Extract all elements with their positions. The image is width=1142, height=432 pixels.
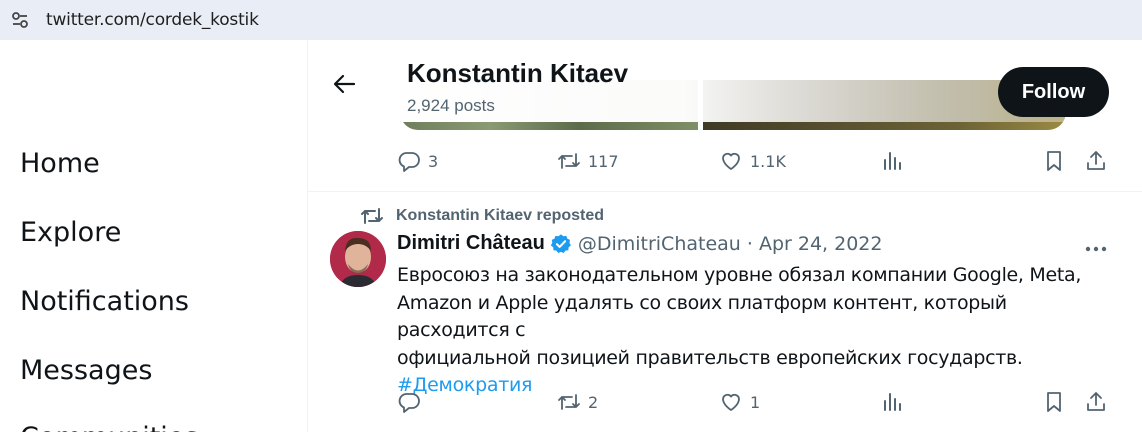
avatar-image (330, 231, 386, 287)
tweet-author-row: Dimitri Château @DimitriChateau · Apr 24… (397, 232, 882, 255)
share-button[interactable] (1084, 146, 1108, 176)
share-button[interactable] (1084, 387, 1108, 417)
reply-icon (398, 393, 420, 413)
retweet-button[interactable]: 117 (557, 146, 619, 176)
like-icon (722, 152, 740, 170)
author-name[interactable]: Dimitri Château (397, 232, 545, 255)
like-icon (722, 393, 740, 411)
views-icon (884, 152, 901, 170)
page-title: Konstantin Kitaev (407, 58, 629, 88)
sidebar-nav: Home Explore Notifications Messages Comm… (0, 40, 308, 432)
retweet-count: 2 (588, 392, 599, 412)
retweet-icon (558, 153, 580, 169)
repost-indicator[interactable]: Konstantin Kitaev reposted (360, 204, 604, 228)
url-text[interactable]: twitter.com/cordek_kostik (46, 10, 259, 30)
views-button[interactable] (881, 387, 905, 417)
sidebar-item-notifications[interactable]: Notifications (20, 286, 189, 317)
retweet-button[interactable]: 2 (557, 387, 598, 417)
retweet-icon (361, 208, 383, 224)
like-count: 1 (750, 392, 761, 412)
bookmark-icon (1047, 392, 1061, 412)
sidebar-item-explore[interactable]: Explore (20, 217, 121, 248)
bookmark-button[interactable] (1042, 387, 1066, 417)
bookmark-button[interactable] (1042, 146, 1066, 176)
browser-address-bar: twitter.com/cordek_kostik (0, 0, 1142, 40)
reply-count: 3 (428, 151, 439, 171)
reply-icon (398, 152, 420, 172)
sidebar-item-communities[interactable]: Communities (20, 422, 198, 432)
main-timeline: Konstantin Kitaev 2,924 posts Follow 3 1… (308, 40, 1142, 432)
verified-icon (550, 233, 571, 253)
author-handle-date[interactable]: @DimitriChateau · Apr 24, 2022 (578, 233, 883, 255)
retweet-count: 117 (588, 151, 619, 171)
avatar[interactable] (330, 231, 386, 287)
post-count: 2,924 posts (407, 96, 495, 115)
tweet-text-line: официальной позицией правительств европе… (397, 346, 1023, 369)
tweet-divider (308, 191, 1142, 192)
reply-button[interactable] (397, 387, 428, 417)
like-button[interactable]: 1.1K (719, 146, 786, 176)
share-icon (1087, 151, 1105, 170)
tweet-text: Евросоюз на законодательном уровне обяза… (397, 262, 1117, 400)
follow-button[interactable]: Follow (998, 67, 1109, 117)
views-button[interactable] (881, 146, 905, 176)
repost-label: Konstantin Kitaev reposted (396, 207, 605, 224)
tweet-actions: 3 117 1.1K (308, 146, 1142, 176)
like-button[interactable]: 1 (719, 387, 760, 417)
like-count: 1.1K (750, 151, 786, 171)
bookmark-icon (1047, 151, 1061, 171)
profile-header: Konstantin Kitaev 2,924 posts Follow (308, 48, 1142, 122)
tweet-text-line: Amazon и Apple удалять со своих платформ… (397, 291, 1007, 342)
views-icon (884, 393, 901, 411)
tweet-text-line: Евросоюз на законодательном уровне обяза… (397, 264, 1082, 286)
sidebar-item-home[interactable]: Home (20, 148, 100, 179)
tweet-actions: 2 1 (308, 387, 1142, 417)
reply-button[interactable]: 3 (397, 146, 438, 176)
more-icon[interactable] (1083, 236, 1109, 262)
back-arrow-icon[interactable] (328, 68, 360, 100)
share-icon (1087, 392, 1105, 411)
sidebar-item-messages[interactable]: Messages (20, 355, 152, 386)
retweet-icon (558, 394, 580, 410)
tune-icon[interactable] (10, 10, 30, 30)
